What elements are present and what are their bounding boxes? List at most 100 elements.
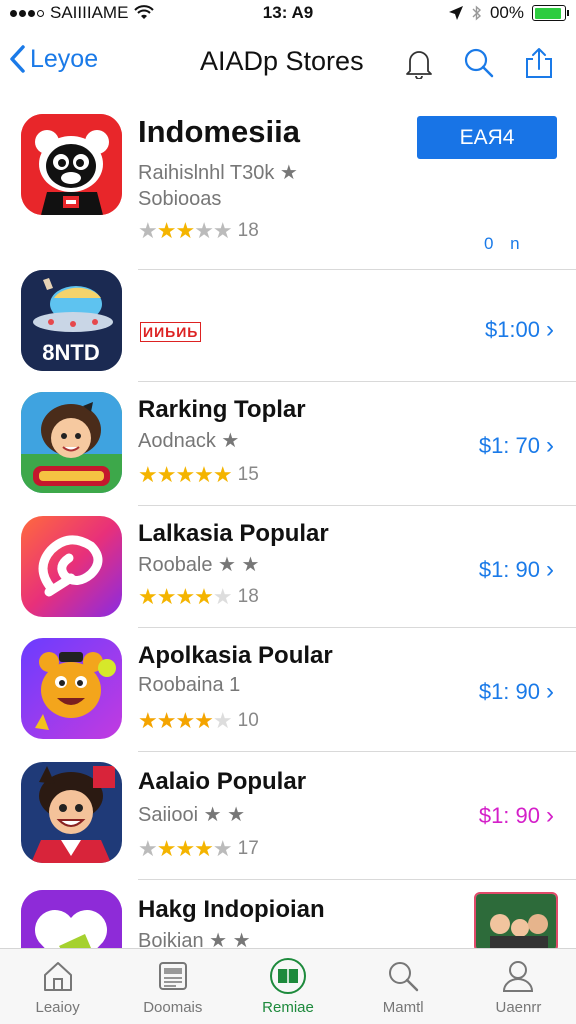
- person-icon: [499, 957, 537, 995]
- tab-library[interactable]: Leaioy: [0, 949, 115, 1024]
- chevron-right-icon: ›: [546, 802, 554, 829]
- rating-count: 18: [237, 220, 259, 241]
- star-rating-icon: ★★★★★: [138, 218, 233, 243]
- app-row[interactable]: Lalkasia Popular Roobale ★ ★ ★★★★★ 18 $1…: [0, 506, 576, 628]
- ufo-game-icon: 8NTD: [21, 270, 122, 371]
- app-icon-swirl[interactable]: [21, 516, 122, 617]
- app-icon-boy[interactable]: [21, 762, 122, 863]
- tab-domains[interactable]: Doomais: [115, 949, 230, 1024]
- search-icon: [464, 48, 494, 78]
- red-label-badge: ИИЬИЬ: [140, 322, 202, 342]
- app-icon-heart[interactable]: [21, 890, 122, 948]
- app-row[interactable]: Hakg Indopioian Boikian ★ ★: [0, 880, 576, 948]
- tab-search[interactable]: Mamtl: [346, 949, 461, 1024]
- back-button[interactable]: Leyoe: [8, 44, 98, 74]
- battery-percent: 00%: [489, 3, 524, 22]
- swirl-logo-icon: [21, 516, 122, 617]
- chevron-right-icon: ›: [546, 556, 554, 583]
- back-label: Leyoe: [30, 44, 99, 73]
- app-name[interactable]: Indomesiia: [138, 114, 300, 150]
- app-row[interactable]: Apolkasia Poular Roobaina 1 ★★★★★ 10 $1:…: [0, 628, 576, 752]
- share-icon: [526, 48, 552, 78]
- cartoon-bear-icon: [21, 638, 122, 739]
- app-subtitle: Saiiooi ★ ★: [138, 804, 246, 826]
- cartoon-girl-icon: [21, 392, 122, 493]
- location-arrow-icon: [448, 6, 463, 20]
- rating-count: 18: [237, 586, 259, 607]
- app-subtitle: Roobale ★ ★: [138, 554, 260, 576]
- app-row[interactable]: Aalaio Popular Saiiooi ★ ★ ★★★★★ 17 $1: …: [0, 752, 576, 880]
- price-button[interactable]: $1: 70 ›: [479, 432, 554, 460]
- nav-bar: Leyoe AIADp Stores: [0, 36, 576, 92]
- search-button[interactable]: [462, 46, 496, 80]
- price-label: $1: 90: [478, 557, 540, 582]
- get-sub-label: 0 n: [484, 234, 526, 253]
- home-icon: [39, 957, 77, 995]
- price-label: $1: 90: [478, 803, 540, 828]
- search-icon: [384, 957, 422, 995]
- app-name[interactable]: Aalaio Popular: [138, 768, 306, 796]
- status-bar: SAIIIIAME 13: A9 00%: [0, 0, 576, 26]
- family-thumbnail-icon: [476, 894, 556, 948]
- star-rating-icon: ★★★★★: [138, 462, 233, 487]
- app-developer: Sobiooas: [138, 188, 222, 210]
- star-rating-icon: ★★★★★: [138, 584, 233, 609]
- tab-featured[interactable]: Remiae: [230, 949, 345, 1024]
- tab-label: Doomais: [143, 999, 203, 1016]
- tab-bar: Leaioy Doomais Remiae Mamtl Uaenrr: [0, 948, 576, 1024]
- chevron-left-icon: [10, 45, 25, 73]
- app-name[interactable]: Apolkasia Poular: [138, 642, 333, 670]
- tab-label: Remiae: [262, 999, 314, 1016]
- app-icon-bear[interactable]: [21, 638, 122, 739]
- app-rating: ★★★★★ 15: [138, 462, 259, 488]
- price-button[interactable]: $1:00 ›: [485, 316, 554, 344]
- price-button[interactable]: $1: 90 ›: [479, 678, 554, 706]
- app-subtitle: Aodnack ★: [138, 430, 240, 452]
- app-subtitle: Boikian ★ ★: [138, 930, 251, 948]
- app-list: Indomesiia Raihislnhl T30k ★ Sobiooas ★★…: [0, 108, 576, 948]
- app-name[interactable]: Lalkasia Popular: [138, 520, 329, 548]
- battery-icon: [532, 5, 569, 21]
- chevron-right-icon: ›: [546, 678, 554, 705]
- page-title: AIADp Stores: [200, 46, 364, 76]
- rating-count: 15: [237, 464, 259, 485]
- app-subtitle: Raihislnhl T30k ★: [138, 162, 298, 184]
- app-rating: ★★★★★ 18: [138, 584, 259, 610]
- panda-mascot-icon: [21, 114, 122, 215]
- app-name[interactable]: Rarking Toplar: [138, 396, 306, 424]
- star-rating-icon: ★★★★★: [138, 708, 233, 733]
- chevron-right-icon: ›: [546, 316, 554, 343]
- rating-count: 10: [237, 710, 259, 731]
- app-row[interactable]: 8NTD ИИЬИЬ $1:00 ›: [0, 270, 576, 382]
- app-rating: ★★★★★ 18: [138, 218, 259, 244]
- tab-user[interactable]: Uaenrr: [461, 949, 576, 1024]
- share-button[interactable]: [522, 46, 556, 80]
- screenshot-thumbnail[interactable]: [474, 892, 558, 948]
- app-icon-girl[interactable]: [21, 392, 122, 493]
- app-rating: ★★★★★ 10: [138, 708, 259, 734]
- signal-strength-icon: [10, 9, 44, 17]
- app-name[interactable]: Hakg Indopioian: [138, 896, 325, 924]
- cartoon-boy-icon: [21, 762, 122, 863]
- tab-label: Leaioy: [35, 999, 80, 1016]
- get-button[interactable]: EAЯ4: [417, 116, 557, 159]
- price-button[interactable]: $1: 90 ›: [479, 556, 554, 584]
- star-rating-icon: ★★★★★: [138, 836, 233, 861]
- app-rating: ★★★★★ 17: [138, 836, 259, 862]
- price-button[interactable]: $1: 90 ›: [479, 802, 554, 830]
- nav-actions: [402, 46, 556, 80]
- notifications-button[interactable]: [402, 46, 436, 80]
- featured-app-row[interactable]: Indomesiia Raihislnhl T30k ★ Sobiooas ★★…: [0, 108, 576, 270]
- app-icon-panda[interactable]: [21, 114, 122, 215]
- wifi-icon: [134, 5, 155, 19]
- tab-label: Uaenrr: [495, 999, 542, 1016]
- price-label: $1:00: [484, 317, 540, 342]
- app-row[interactable]: Rarking Toplar Aodnack ★ ★★★★★ 15 $1: 70…: [0, 382, 576, 506]
- featured-icon: [269, 957, 307, 995]
- tab-label: Mamtl: [382, 999, 424, 1016]
- bell-icon: [406, 51, 432, 79]
- carrier-name: SAIIIIAME: [50, 3, 129, 22]
- status-right: 00%: [448, 3, 569, 23]
- app-icon-ufo[interactable]: 8NTD: [21, 270, 122, 371]
- app-icon-text: 8NTD: [42, 340, 99, 365]
